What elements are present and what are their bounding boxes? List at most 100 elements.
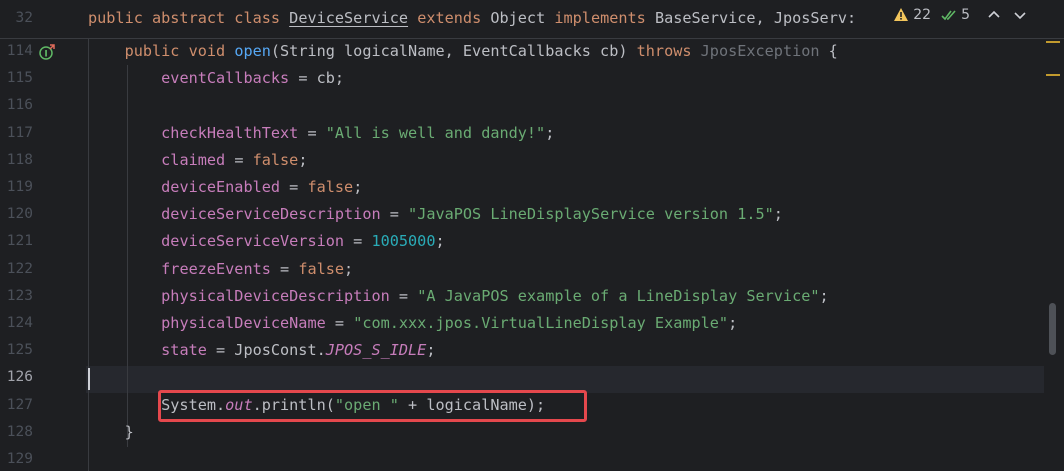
code-token: "JavaPOS LineDisplayService version 1.5" (408, 205, 774, 224)
code-token: BaseService, JposServ: (654, 9, 857, 27)
vertical-scrollbar-thumb[interactable] (1049, 303, 1056, 355)
code-token: out (225, 395, 253, 414)
code-token: = JposConst. (206, 341, 326, 360)
code-token: = (280, 178, 308, 196)
code-token: false (307, 178, 354, 196)
line-number[interactable]: 129 (0, 446, 33, 471)
code-token: .println( (252, 395, 335, 414)
code-token: = (389, 286, 418, 305)
scroll-warning-marker[interactable] (1046, 41, 1060, 43)
code-token: ; (298, 150, 308, 169)
code-token: deviceServiceVersion (161, 232, 345, 251)
sticky-class-declaration[interactable]: public abstract class DeviceService exte… (88, 5, 856, 32)
code-token: extends (417, 9, 491, 27)
code-token: 1005000 (371, 232, 436, 251)
code-line[interactable]: deviceServiceDescription = "JavaPOS Line… (88, 201, 783, 228)
code-token: claimed (161, 150, 226, 169)
code-token: ; (426, 341, 436, 360)
line-number[interactable]: 124 (0, 310, 33, 337)
code-token: physicalDeviceDescription (161, 286, 390, 305)
code-token: ; (353, 178, 363, 196)
code-token: ; (344, 259, 354, 278)
code-editor[interactable]: I 114 115 116 117 118 119 120 121 122 123 124 125 12… (0, 0, 1064, 471)
code-token: checkHealthText (161, 123, 299, 142)
line-number[interactable]: 120 (0, 201, 33, 228)
line-number[interactable]: 123 (0, 283, 33, 310)
code-line[interactable]: claimed = false; (88, 147, 307, 174)
line-number[interactable]: 126 (0, 364, 33, 391)
code-token: freezeEvents (161, 259, 271, 278)
line-number-gutter[interactable]: I 114 115 116 117 118 119 120 121 122 123 124 125 12… (0, 0, 86, 471)
chevron-down-icon[interactable] (1012, 7, 1028, 23)
inspection-widget[interactable]: 22 5 (887, 7, 1028, 23)
code-token: = (325, 314, 354, 332)
code-token: DeviceService (289, 9, 409, 27)
text-caret (88, 368, 90, 390)
line-number[interactable]: 117 (0, 120, 33, 147)
code-token: implements (554, 9, 655, 27)
line-number[interactable]: 116 (0, 92, 33, 119)
code-token: "All is well and dandy!" (325, 123, 546, 142)
line-number[interactable]: 127 (0, 392, 33, 419)
code-line[interactable]: public void open(String logicalName, Eve… (88, 38, 838, 65)
code-line[interactable]: } (88, 419, 134, 446)
sticky-line-number: 32 (15, 10, 33, 26)
scroll-warning-marker[interactable] (1046, 74, 1060, 76)
code-line[interactable]: deviceEnabled = false; (88, 174, 362, 201)
code-line[interactable]: System.out.println("open " + logicalName… (88, 392, 545, 419)
code-token: { (819, 42, 838, 60)
line-number[interactable]: 128 (0, 419, 33, 446)
code-token: open (234, 42, 271, 60)
code-token: } (88, 422, 134, 441)
code-line[interactable]: deviceServiceVersion = 1005000; (88, 228, 445, 255)
code-token: ; (773, 205, 783, 224)
code-line[interactable]: physicalDeviceName = "com.xxx.jpos.Virtu… (88, 310, 737, 337)
code-line[interactable]: physicalDeviceDescription = "A JavaPOS e… (88, 283, 829, 310)
line-number[interactable]: 121 (0, 228, 33, 255)
code-token: = (270, 259, 299, 278)
line-number[interactable]: 115 (0, 65, 33, 92)
code-token: throws (636, 42, 701, 60)
code-token: "A JavaPOS example of a LineDisplay Serv… (417, 286, 820, 305)
code-token: = (344, 232, 372, 251)
line-number[interactable]: 125 (0, 337, 33, 364)
chevron-up-icon[interactable] (986, 7, 1002, 23)
line-number[interactable]: 119 (0, 174, 33, 201)
code-token: ; (545, 123, 555, 142)
code-token: JposException (700, 42, 820, 60)
implements-method-icon[interactable]: I (39, 44, 55, 60)
code-token: state (161, 341, 207, 360)
line-number[interactable]: 114 (0, 38, 33, 65)
code-line[interactable]: eventCallbacks = cb; (88, 65, 344, 92)
code-token: deviceServiceDescription (161, 205, 381, 224)
code-token: false (298, 259, 345, 278)
check-count: 5 (961, 7, 970, 23)
code-token: ; (728, 314, 738, 332)
code-token: "open " (334, 395, 399, 414)
code-token: ; (819, 286, 829, 305)
warning-icon (894, 8, 909, 21)
svg-text:I: I (44, 50, 47, 60)
warning-count: 22 (913, 7, 932, 23)
code-line[interactable]: freezeEvents = false; (88, 256, 353, 283)
code-token: = (298, 123, 326, 142)
line-number[interactable]: 118 (0, 147, 33, 174)
line-number[interactable]: 122 (0, 256, 33, 283)
code-token: ; (435, 232, 445, 251)
current-line-highlight (86, 366, 1044, 393)
code-token: "com.xxx.jpos.VirtualLineDisplay Example… (353, 314, 729, 332)
code-token: public abstract class (88, 9, 290, 27)
code-line[interactable]: checkHealthText = "All is well and dandy… (88, 120, 554, 147)
code-token: deviceEnabled (161, 178, 281, 196)
code-line[interactable]: state = JposConst.JPOS_S_IDLE; (88, 337, 436, 364)
